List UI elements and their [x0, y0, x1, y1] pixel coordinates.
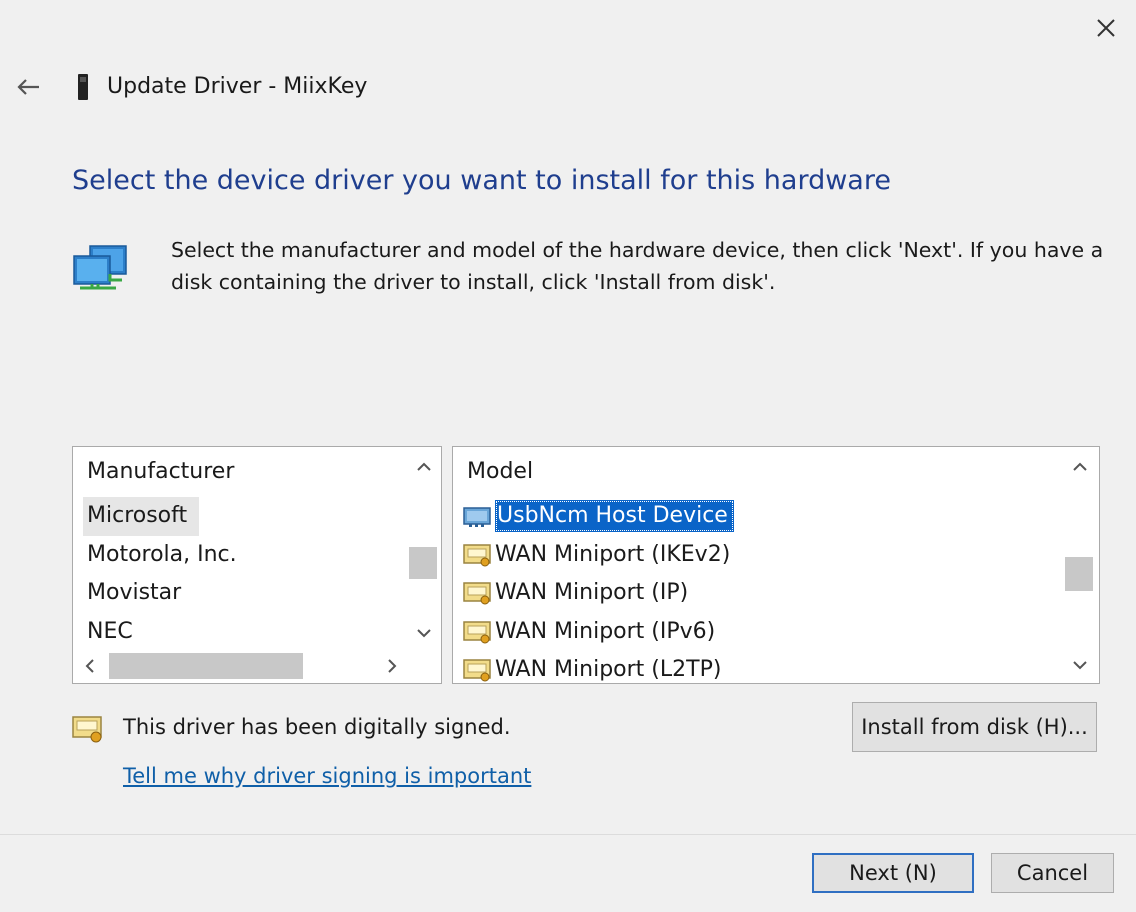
scroll-thumb[interactable]: [1065, 557, 1093, 591]
back-button[interactable]: [10, 70, 46, 104]
close-icon: [1097, 19, 1115, 37]
chevron-up-icon: [417, 462, 431, 471]
list-item-manufacturer[interactable]: NEC: [83, 613, 237, 652]
certificate-icon: [463, 659, 491, 682]
model-label: UsbNcm Host Device: [495, 500, 734, 533]
manufacturer-items: Microsoft Motorola, Inc. Movistar NEC: [83, 497, 237, 651]
signed-status-text: This driver has been digitally signed.: [123, 715, 511, 739]
install-from-disk-button[interactable]: Install from disk (H)...: [852, 702, 1097, 752]
list-item-manufacturer[interactable]: Microsoft: [83, 497, 199, 536]
model-items: UsbNcm Host Device WAN Miniport (IKEv2) …: [463, 497, 734, 690]
certificate-icon: [463, 621, 491, 644]
chevron-down-icon: [1073, 661, 1087, 670]
scroll-down-button[interactable]: [409, 619, 439, 647]
certificate-icon: [72, 716, 102, 743]
list-item-model[interactable]: WAN Miniport (L2TP): [463, 651, 734, 690]
model-label: WAN Miniport (IKEv2): [495, 541, 731, 567]
list-item-manufacturer[interactable]: Motorola, Inc.: [83, 536, 237, 575]
manufacturer-header: Manufacturer: [87, 459, 235, 484]
scroll-left-button[interactable]: [75, 652, 105, 680]
certificate-icon: [463, 582, 491, 605]
model-vertical-scrollbar[interactable]: [1065, 447, 1095, 683]
network-computers-icon: [73, 245, 127, 290]
horizontal-scroll-thumb[interactable]: [109, 653, 303, 679]
manufacturer-vertical-scrollbar[interactable]: [409, 447, 439, 647]
network-adapter-icon: [463, 507, 491, 528]
scroll-up-button[interactable]: [1065, 453, 1095, 481]
model-label: WAN Miniport (IP): [495, 580, 689, 605]
usb-device-icon: [78, 74, 88, 100]
scroll-up-button[interactable]: [409, 453, 439, 481]
scroll-down-button[interactable]: [1065, 651, 1095, 679]
model-label: WAN Miniport (IPv6): [495, 618, 716, 644]
model-header: Model: [467, 459, 534, 484]
window-title: Update Driver - MiixKey: [107, 74, 368, 99]
chevron-down-icon: [417, 629, 431, 638]
list-item-manufacturer[interactable]: Movistar: [83, 574, 237, 613]
manufacturer-horizontal-scrollbar[interactable]: [73, 649, 441, 683]
close-button[interactable]: [1084, 8, 1128, 48]
scroll-thumb[interactable]: [409, 547, 437, 579]
manufacturer-listbox[interactable]: Manufacturer Microsoft Motorola, Inc. Mo…: [72, 446, 442, 684]
back-arrow-icon: [17, 79, 39, 95]
next-button[interactable]: Next (N): [812, 853, 974, 893]
driver-signing-link[interactable]: Tell me why driver signing is important: [123, 759, 531, 793]
chevron-left-icon: [85, 659, 94, 673]
list-item-model[interactable]: WAN Miniport (IKEv2): [463, 536, 734, 575]
list-item-model[interactable]: WAN Miniport (IPv6): [463, 613, 734, 652]
model-listbox[interactable]: Model UsbNcm Host Device WAN Miniport (I…: [452, 446, 1100, 684]
certificate-icon: [463, 544, 491, 567]
chevron-right-icon: [388, 659, 397, 673]
cancel-button[interactable]: Cancel: [991, 853, 1114, 893]
model-label: WAN Miniport (L2TP): [495, 657, 722, 682]
instructions-text: Select the manufacturer and model of the…: [171, 238, 1104, 294]
scroll-right-button[interactable]: [377, 652, 407, 680]
page-heading: Select the device driver you want to ins…: [72, 165, 891, 196]
list-item-model[interactable]: UsbNcm Host Device: [463, 497, 734, 536]
list-item-model[interactable]: WAN Miniport (IP): [463, 574, 734, 613]
chevron-up-icon: [1073, 462, 1087, 471]
